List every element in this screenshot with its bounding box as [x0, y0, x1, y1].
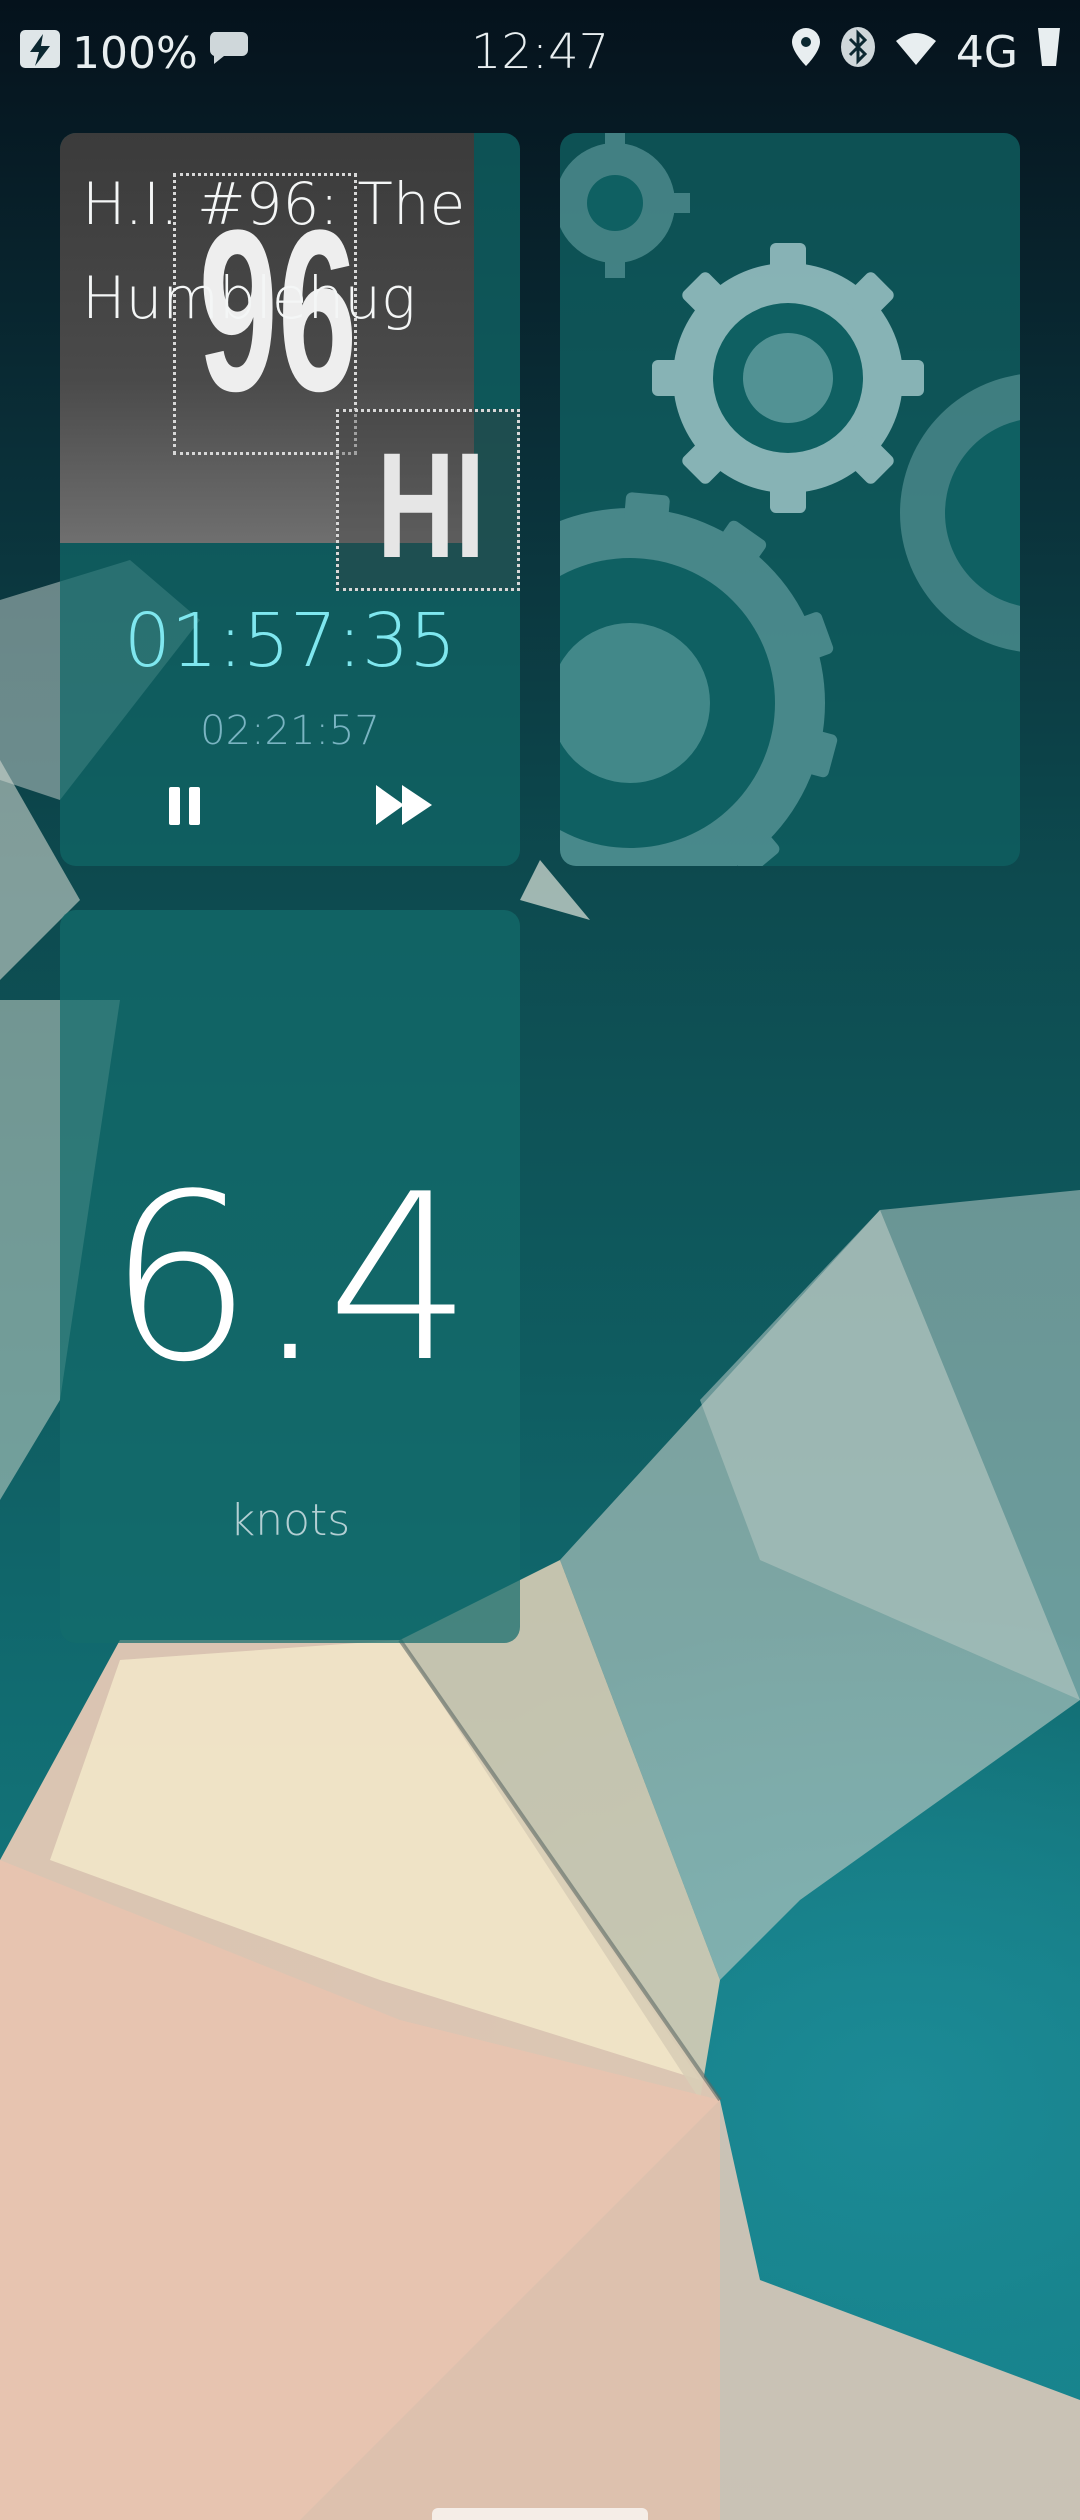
playback-controls: [60, 765, 520, 845]
status-right: 4G: [790, 26, 1062, 79]
status-bar: 100% 12:47 4G: [0, 0, 1080, 105]
podcast-player-card[interactable]: 96 HI H.I. #96: The Humblehug 01:57:35 0…: [60, 133, 520, 866]
pause-icon: [169, 787, 200, 825]
elapsed-time: 01:57:35: [123, 598, 457, 684]
speed-unit: knots: [229, 1495, 351, 1546]
speed-card[interactable]: 6.4 knots: [60, 910, 520, 1643]
fast-forward-button[interactable]: [370, 775, 440, 835]
speed-value: 6.4: [107, 1146, 473, 1413]
settings-card[interactable]: [560, 133, 1020, 866]
gears-icon: [560, 133, 1020, 866]
location-icon: [790, 26, 822, 79]
home-indicator[interactable]: [432, 2508, 648, 2520]
signal-icon: [1036, 26, 1062, 79]
cover-letters-box: HI: [336, 409, 520, 591]
fast-forward-icon: [376, 785, 432, 825]
network-type: 4G: [955, 27, 1018, 78]
bluetooth-icon: [840, 26, 876, 79]
home-screen: 100% 12:47 4G 96 HI H.I. #96: The Humble…: [0, 0, 1080, 2520]
pause-button[interactable]: [155, 775, 215, 835]
wifi-icon: [894, 27, 938, 78]
episode-title: H.I. #96: The Humblehug: [82, 170, 466, 332]
total-duration: 02:21:57: [200, 708, 380, 754]
cover-letters: HI: [377, 421, 485, 589]
